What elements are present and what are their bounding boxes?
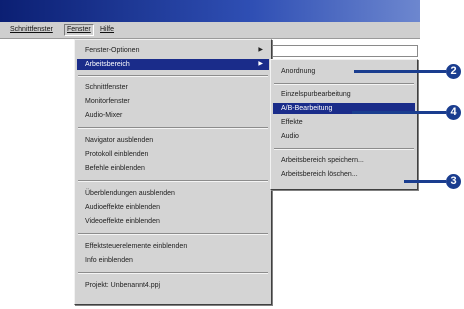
menu-separator <box>274 83 414 85</box>
menu-item-navigator[interactable]: Navigator ausblenden <box>77 135 269 146</box>
callout-badge-4: 4 <box>446 105 461 120</box>
callout-badge-2: 2 <box>446 64 461 79</box>
submenu-item-loeschen[interactable]: Arbeitsbereich löschen... <box>273 169 415 180</box>
submenu-arrow-icon: ▶ <box>258 47 263 53</box>
menu-item-projekt[interactable]: Projekt: Unbenannt4.ppj <box>77 280 269 291</box>
submenu-item-einzelspur[interactable]: Einzelspurbearbeitung <box>273 89 415 100</box>
menu-item-fenster-optionen[interactable]: Fenster-Optionen ▶ <box>77 45 269 56</box>
menu-item-audioeffekte[interactable]: Audioeffekte einblenden <box>77 202 269 213</box>
callout-badge-3: 3 <box>446 174 461 189</box>
menu-item-effektsteuerelemente[interactable]: Effektsteuerelemente einblenden <box>77 241 269 252</box>
menu-item-label: Arbeitsbereich <box>85 61 130 68</box>
menu-item-videoeffekte[interactable]: Videoeffekte einblenden <box>77 216 269 227</box>
menu-item-audio-mixer[interactable]: Audio-Mixer <box>77 110 269 121</box>
menu-bar: Schnittfenster Fenster Hilfe <box>0 22 420 39</box>
menu-item-info[interactable]: Info einblenden <box>77 255 269 266</box>
panel-frame <box>271 45 418 57</box>
menu-separator <box>274 148 414 150</box>
callout-line-3 <box>404 180 446 183</box>
menu-separator <box>78 127 268 129</box>
callout-line-2 <box>354 70 446 73</box>
menu-separator <box>78 75 268 77</box>
menu-item-befehle[interactable]: Befehle einblenden <box>77 163 269 174</box>
submenu-item-speichern[interactable]: Arbeitsbereich speichern... <box>273 155 415 166</box>
menu-separator <box>78 233 268 235</box>
menu-item-monitorfenster[interactable]: Monitorfenster <box>77 96 269 107</box>
fenster-dropdown-menu: Fenster-Optionen ▶ Arbeitsbereich ▶ Schn… <box>74 39 272 305</box>
menu-item-arbeitsbereich[interactable]: Arbeitsbereich ▶ <box>77 59 269 70</box>
menu-item-ueberblendungen[interactable]: Überblendungen ausblenden <box>77 188 269 199</box>
menu-fenster[interactable]: Fenster <box>64 24 94 36</box>
submenu-arrow-icon: ▶ <box>258 61 263 67</box>
menu-separator <box>78 272 268 274</box>
submenu-item-audio[interactable]: Audio <box>273 131 415 142</box>
submenu-item-effekte[interactable]: Effekte <box>273 117 415 128</box>
window-title-bar <box>0 0 420 22</box>
menu-hilfe[interactable]: Hilfe <box>98 25 116 35</box>
menu-item-schnittfenster[interactable]: Schnittfenster <box>77 82 269 93</box>
callout-line-4 <box>352 111 446 114</box>
menu-item-protokoll[interactable]: Protokoll einblenden <box>77 149 269 160</box>
arbeitsbereich-submenu: Anordnung Einzelspurbearbeitung A/B-Bear… <box>270 59 418 190</box>
menu-item-label: Fenster-Optionen <box>85 47 140 54</box>
menu-schnittfenster[interactable]: Schnittfenster <box>8 25 55 35</box>
menu-separator <box>78 180 268 182</box>
